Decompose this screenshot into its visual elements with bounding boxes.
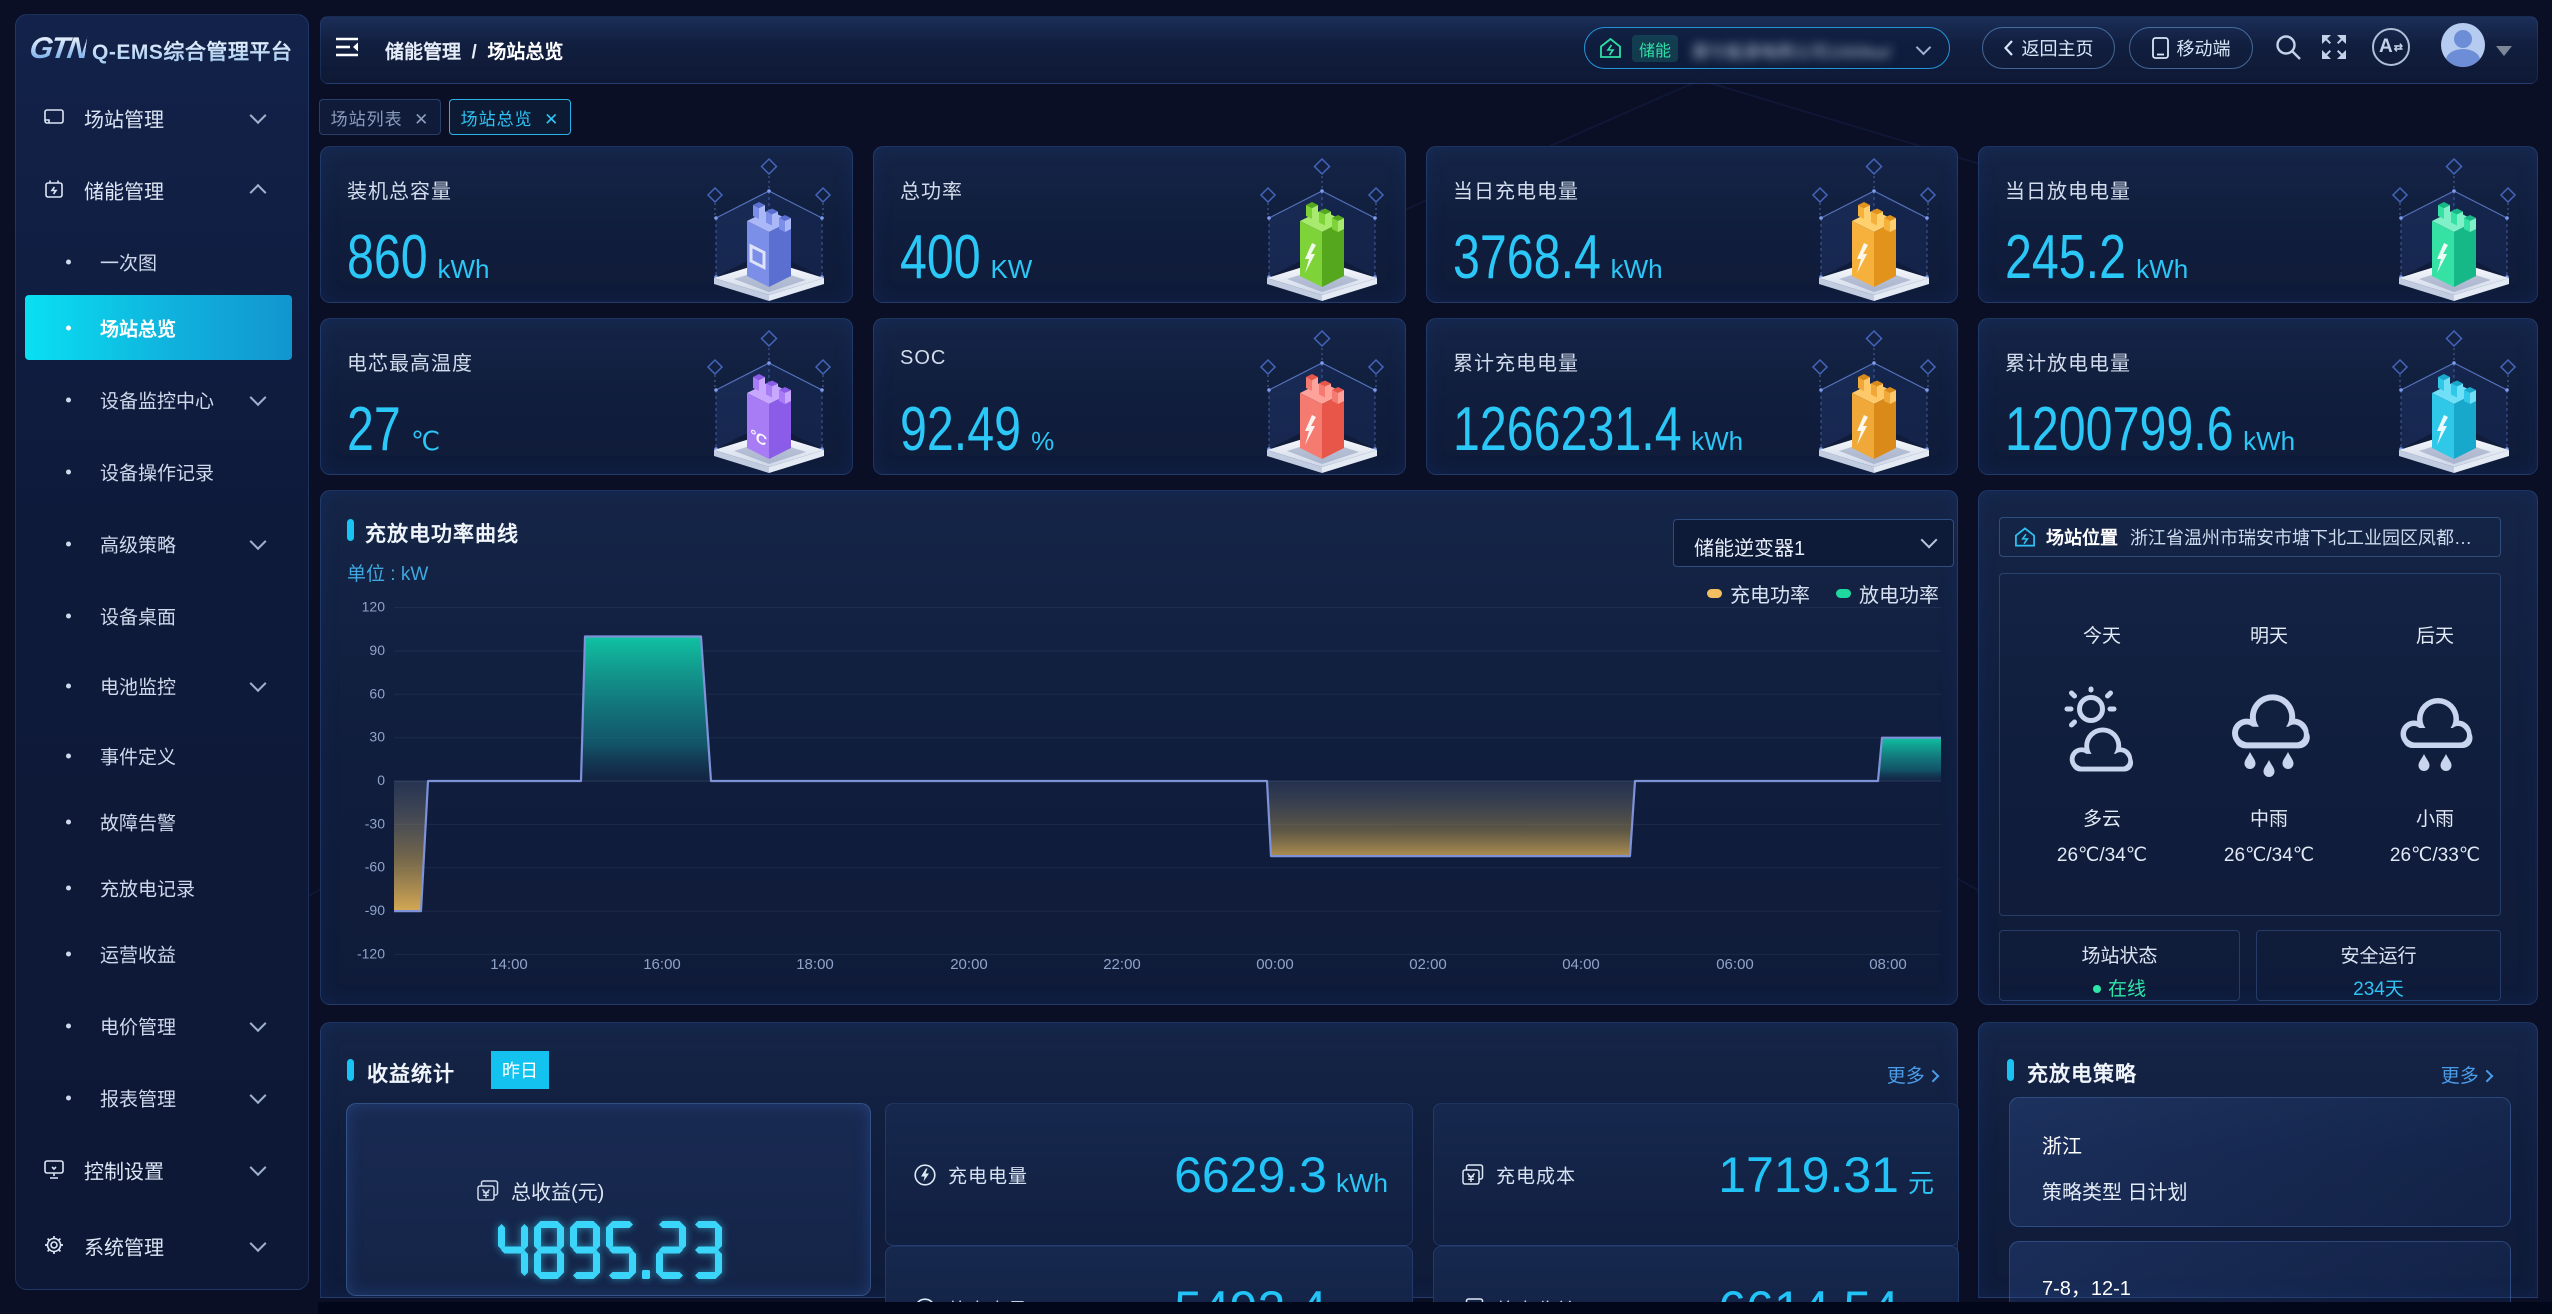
svg-text:14:00: 14:00 <box>490 956 528 973</box>
svg-text:0: 0 <box>377 772 385 788</box>
svg-text:60: 60 <box>369 685 385 701</box>
svg-text:20:00: 20:00 <box>950 956 988 973</box>
svg-text:08:00: 08:00 <box>1869 956 1907 973</box>
svg-text:30: 30 <box>369 729 385 745</box>
svg-text:-120: -120 <box>357 945 385 961</box>
svg-text:120: 120 <box>362 599 386 615</box>
svg-text:04:00: 04:00 <box>1562 956 1600 973</box>
svg-text:02:00: 02:00 <box>1409 956 1447 973</box>
svg-text:22:00: 22:00 <box>1103 956 1141 973</box>
svg-text:18:00: 18:00 <box>796 956 834 973</box>
svg-text:90: 90 <box>369 642 385 658</box>
svg-text:-60: -60 <box>365 859 385 875</box>
svg-text:06:00: 06:00 <box>1716 956 1754 973</box>
svg-text:00:00: 00:00 <box>1256 956 1294 973</box>
svg-text:16:00: 16:00 <box>643 956 681 973</box>
svg-text:-90: -90 <box>365 902 385 918</box>
svg-text:-30: -30 <box>365 815 385 831</box>
